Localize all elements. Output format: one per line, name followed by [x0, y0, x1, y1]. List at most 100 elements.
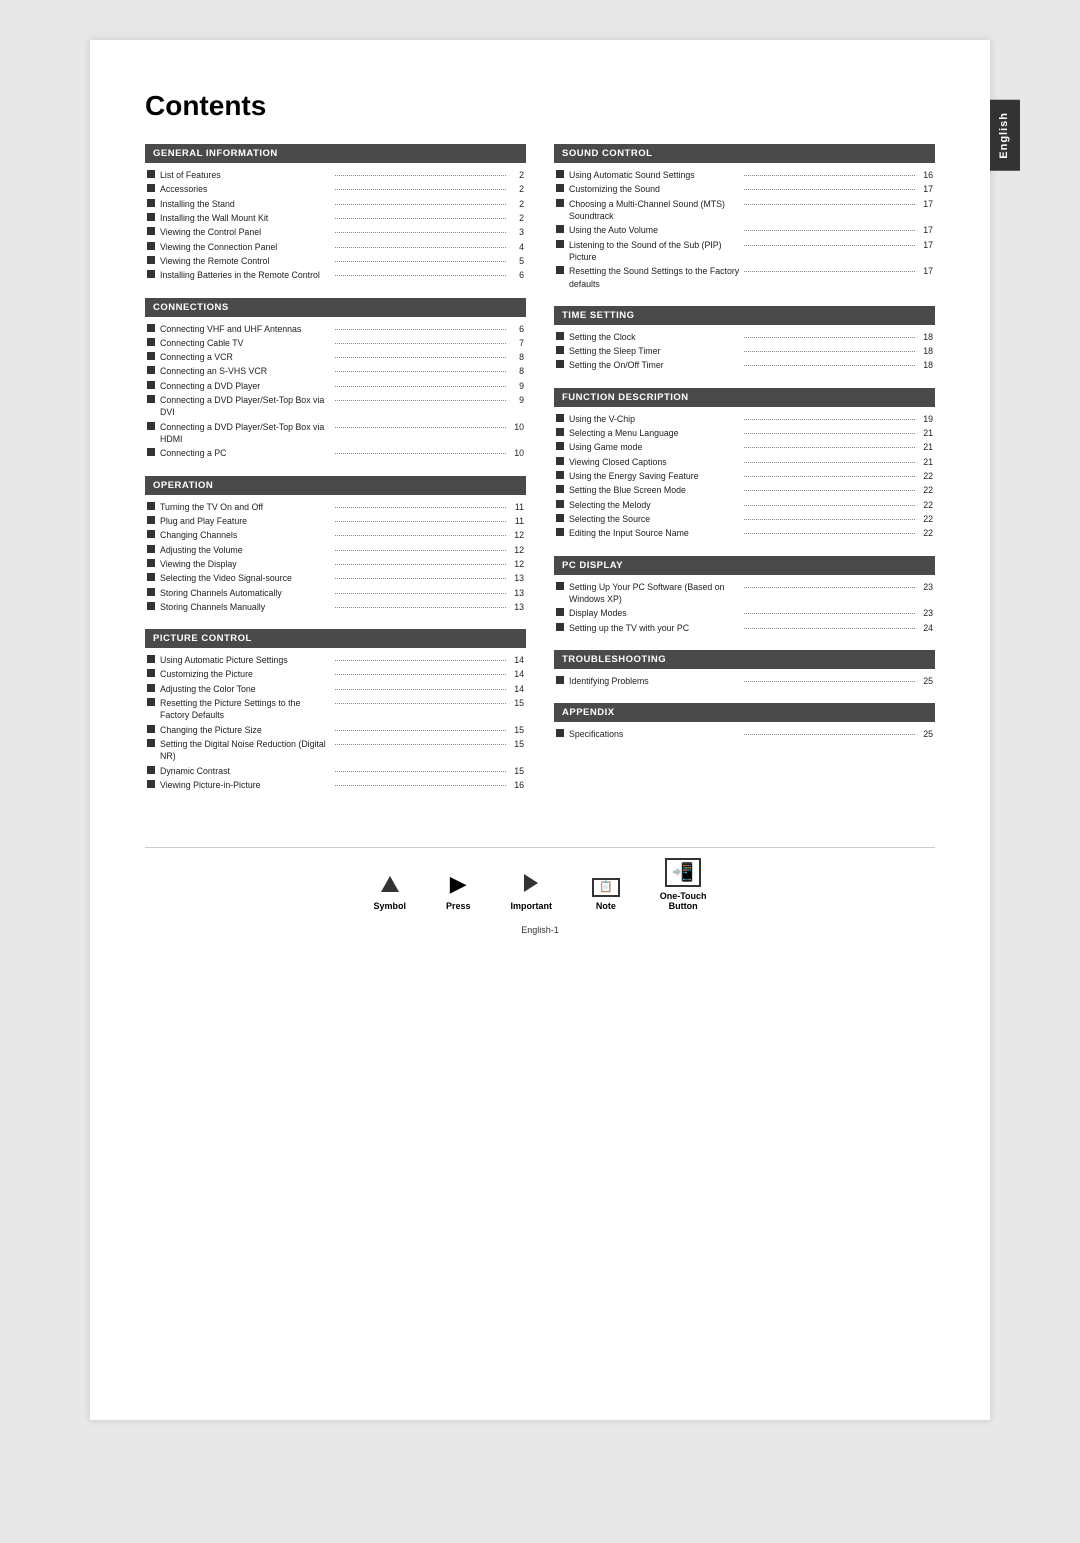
bullet-icon: [556, 500, 564, 508]
item-text: Changing the Picture Size: [160, 724, 331, 736]
item-text: Storing Channels Manually: [160, 601, 331, 613]
page-number: 2: [510, 212, 524, 224]
page-number: 17: [919, 239, 933, 251]
list-item: Turning the TV On and Off11: [147, 501, 524, 513]
page-number: 23: [919, 581, 933, 593]
section-list-sound-control: Using Automatic Sound Settings16 Customiz…: [554, 169, 935, 290]
dot-leader: [744, 337, 915, 338]
dot-leader: [335, 453, 506, 454]
dot-leader: [744, 519, 915, 520]
page-number: 22: [919, 513, 933, 525]
item-text: Using the Energy Saving Feature: [569, 470, 740, 482]
dot-leader: [335, 427, 506, 428]
bullet-icon: [147, 530, 155, 538]
dot-leader: [335, 275, 506, 276]
page-number: 9: [510, 380, 524, 392]
note-icon: 📋: [592, 877, 620, 897]
item-text: Installing the Wall Mount Kit: [160, 212, 331, 224]
item-text: Selecting the Source: [569, 513, 740, 525]
dot-leader: [335, 674, 506, 675]
item-text: Using Automatic Picture Settings: [160, 654, 331, 666]
item-text: Connecting Cable TV: [160, 337, 331, 349]
list-item: Connecting a PC 10: [147, 447, 524, 459]
right-column: SOUND CONTROL Using Automatic Sound Setti…: [554, 144, 935, 807]
item-text: Setting the Digital Noise Reduction (Dig…: [160, 738, 331, 763]
list-item: Connecting an S-VHS VCR8: [147, 365, 524, 377]
dot-leader: [335, 785, 506, 786]
page-number: 19: [919, 413, 933, 425]
list-item: Using Automatic Sound Settings16: [556, 169, 933, 181]
bullet-icon: [147, 502, 155, 510]
section-operation: OPERATIONTurning the TV On and Off11Plug…: [145, 476, 526, 614]
item-text: Using the V-Chip: [569, 413, 740, 425]
page-number: 3: [510, 226, 524, 238]
section-appendix: APPENDIXSpecifications25: [554, 703, 935, 740]
page-number: 21: [919, 456, 933, 468]
item-text: Selecting the Melody: [569, 499, 740, 511]
item-text: Using Game mode: [569, 441, 740, 453]
item-text: Setting up the TV with your PC: [569, 622, 740, 634]
bullet-icon: [147, 588, 155, 596]
dot-leader: [335, 771, 506, 772]
section-header-sound-control: SOUND CONTROL: [554, 144, 935, 163]
item-text: Setting the Sleep Timer: [569, 345, 740, 357]
page-number: 6: [510, 269, 524, 281]
item-text: Dynamic Contrast: [160, 765, 331, 777]
item-text: Viewing the Display: [160, 558, 331, 570]
item-text: Viewing the Connection Panel: [160, 241, 331, 253]
dot-leader: [744, 365, 915, 366]
item-text: Connecting a PC: [160, 447, 331, 459]
page-number: 14: [510, 668, 524, 680]
dot-leader: [744, 505, 915, 506]
list-item: Accessories2: [147, 183, 524, 195]
dot-leader: [335, 386, 506, 387]
item-text: Viewing the Control Panel: [160, 226, 331, 238]
bullet-icon: [556, 528, 564, 536]
page-number: 10: [510, 421, 524, 433]
bullet-icon: [556, 582, 564, 590]
list-item: Resetting the Sound Settings to the Fact…: [556, 265, 933, 290]
bullet-icon: [147, 338, 155, 346]
item-text: Customizing the Picture: [160, 668, 331, 680]
list-item: Viewing the Connection Panel4: [147, 241, 524, 253]
page-number: 18: [919, 345, 933, 357]
content-columns: GENERAL INFORMATIONList of Features2Acce…: [145, 144, 935, 807]
page-number: 8: [510, 365, 524, 377]
dot-leader: [744, 476, 915, 477]
item-text: Resetting the Picture Settings to the Fa…: [160, 697, 331, 722]
page-number: 13: [510, 587, 524, 599]
page-number: 15: [510, 765, 524, 777]
dot-leader: [335, 535, 506, 536]
dot-leader: [335, 343, 506, 344]
list-item: Using the V-Chip 19: [556, 413, 933, 425]
item-text: Customizing the Sound: [569, 183, 740, 195]
dot-leader: [335, 703, 506, 704]
list-item: Display Modes23: [556, 607, 933, 619]
item-text: Using the Auto Volume: [569, 224, 740, 236]
bullet-icon: [556, 428, 564, 436]
page-number: 2: [510, 183, 524, 195]
page-number: 15: [510, 724, 524, 736]
item-text: Installing the Stand: [160, 198, 331, 210]
dot-leader: [744, 533, 915, 534]
item-text: Selecting a Menu Language: [569, 427, 740, 439]
list-item: Viewing the Remote Control5: [147, 255, 524, 267]
section-header-general-information: GENERAL INFORMATION: [145, 144, 526, 163]
list-item: Customizing the Picture 14: [147, 668, 524, 680]
dot-leader: [744, 490, 915, 491]
page-number: 7: [510, 337, 524, 349]
page-number: 24: [919, 622, 933, 634]
item-text: Viewing Picture-in-Picture: [160, 779, 331, 791]
bullet-icon: [147, 324, 155, 332]
list-item: Storing Channels Manually13: [147, 601, 524, 613]
page-number: 10: [510, 447, 524, 459]
page-number: 14: [510, 683, 524, 695]
list-item: Setting the Sleep Timer 18: [556, 345, 933, 357]
bullet-icon: [147, 766, 155, 774]
list-item: Installing Batteries in the Remote Contr…: [147, 269, 524, 281]
bullet-icon: [556, 471, 564, 479]
dot-leader: [335, 189, 506, 190]
item-text: Adjusting the Volume: [160, 544, 331, 556]
list-item: Using the Energy Saving Feature22: [556, 470, 933, 482]
symbol-label: Symbol: [373, 901, 406, 911]
